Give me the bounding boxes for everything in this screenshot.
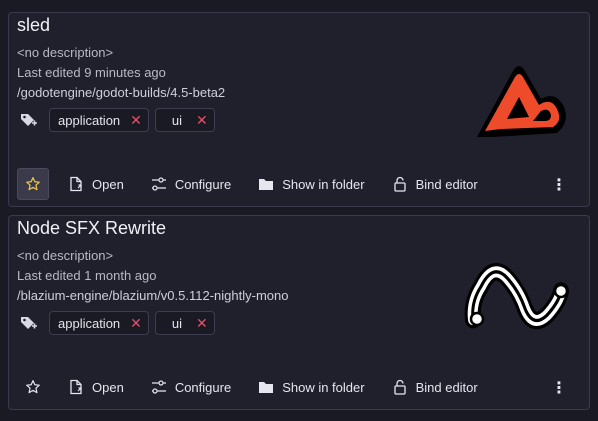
bind-editor-label: Bind editor	[415, 379, 478, 395]
configure-label: Configure	[174, 379, 232, 395]
folder-icon	[257, 378, 275, 396]
configure-button[interactable]: Configure	[150, 378, 231, 396]
open-label: Open	[92, 379, 124, 395]
project-description: <no description>	[17, 45, 114, 60]
tag-label: ui	[171, 315, 183, 331]
tag-label: application	[58, 315, 121, 331]
more-options-icon[interactable]: ⋮	[551, 378, 567, 398]
tag-chip: application ✕	[49, 311, 149, 335]
project-card[interactable]: sled <no description> Last edited 9 minu…	[8, 12, 590, 207]
wave-logo-icon	[464, 263, 569, 330]
tag-chip: application ✕	[49, 108, 149, 132]
favorite-button[interactable]	[17, 168, 49, 200]
configure-label: Configure	[174, 176, 232, 192]
remove-tag-icon[interactable]: ✕	[196, 113, 208, 127]
lock-icon	[391, 378, 409, 396]
folder-icon	[257, 175, 275, 193]
add-tag-icon[interactable]	[17, 311, 41, 335]
lock-icon	[391, 175, 409, 193]
project-description: <no description>	[17, 248, 114, 263]
project-title: sled	[17, 15, 51, 35]
project-actions: Open Configure Show in folder Bind edito…	[17, 168, 581, 200]
favorite-button[interactable]	[17, 371, 49, 403]
tag-label: ui	[171, 112, 183, 128]
tag-chip: ui ✕	[154, 311, 215, 335]
star-icon	[26, 380, 40, 394]
remove-tag-icon[interactable]: ✕	[196, 316, 208, 330]
open-button[interactable]: Open	[67, 378, 124, 396]
tag-row: application ✕ ui ✕	[17, 310, 221, 336]
tag-row: application ✕ ui ✕	[17, 107, 221, 133]
remove-tag-icon[interactable]: ✕	[130, 113, 142, 127]
sled-logo-icon	[477, 66, 566, 137]
sliders-icon	[150, 175, 168, 193]
open-button[interactable]: Open	[67, 175, 124, 193]
project-actions: Open Configure Show in folder Bind edito…	[17, 371, 581, 403]
remove-tag-icon[interactable]: ✕	[130, 316, 142, 330]
add-tag-icon[interactable]	[17, 108, 41, 132]
tag-label: application	[58, 112, 121, 128]
tag-chip: ui ✕	[154, 108, 215, 132]
project-card[interactable]: Node SFX Rewrite <no description> Last e…	[8, 215, 590, 410]
engine-path: /blazium-engine/blazium/v0.5.112-nightly…	[17, 288, 289, 303]
bind-editor-button[interactable]: Bind editor	[391, 175, 478, 193]
configure-button[interactable]: Configure	[150, 175, 231, 193]
bind-editor-button[interactable]: Bind editor	[391, 378, 478, 396]
last-edited: Last edited 9 minutes ago	[17, 65, 166, 80]
more-options-icon[interactable]: ⋮	[551, 175, 567, 195]
show-in-folder-button[interactable]: Show in folder	[257, 378, 365, 396]
engine-path: /godotengine/godot-builds/4.5-beta2	[17, 85, 226, 100]
bind-editor-label: Bind editor	[415, 176, 478, 192]
show-in-folder-label: Show in folder	[282, 379, 365, 395]
open-file-icon	[67, 378, 85, 396]
project-title: Node SFX Rewrite	[17, 218, 167, 238]
show-in-folder-label: Show in folder	[282, 176, 365, 192]
open-file-icon	[67, 175, 85, 193]
show-in-folder-button[interactable]: Show in folder	[257, 175, 365, 193]
sliders-icon	[150, 378, 168, 396]
open-label: Open	[92, 176, 124, 192]
star-icon	[26, 177, 40, 191]
last-edited: Last edited 1 month ago	[17, 268, 157, 283]
